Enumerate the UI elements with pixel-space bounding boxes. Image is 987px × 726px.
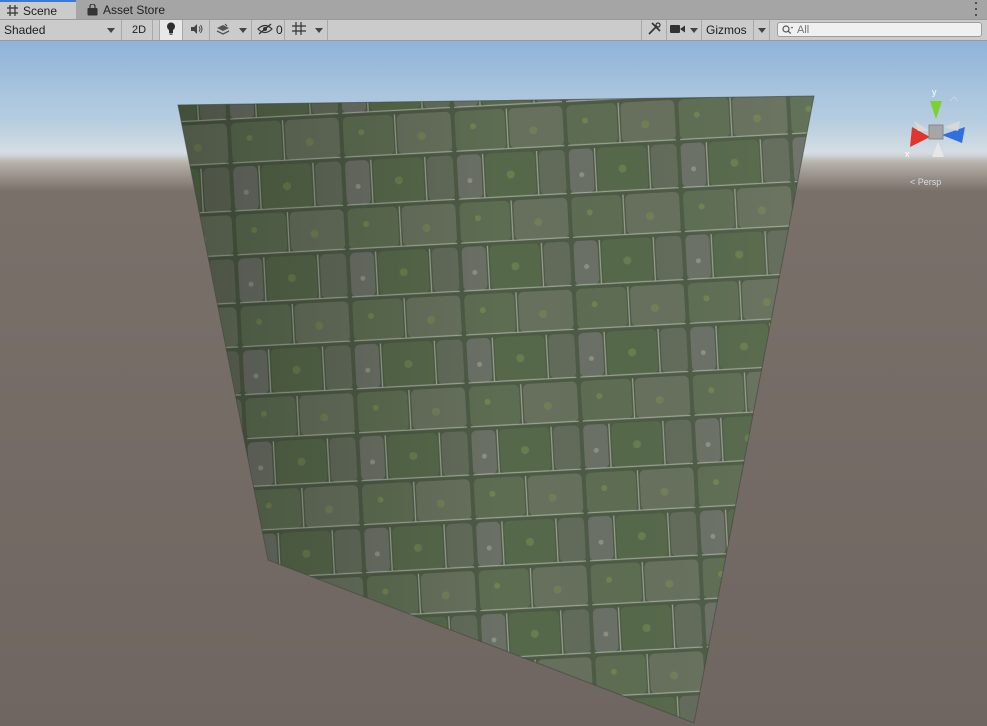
chevron-down-icon <box>757 27 766 33</box>
stone-wall-quad[interactable] <box>0 41 987 726</box>
shading-mode-dropdown[interactable]: Shaded <box>0 20 122 40</box>
hidden-count: 0 <box>276 23 283 37</box>
y-axis-cone[interactable] <box>930 101 942 119</box>
2d-mode-label: 2D <box>131 24 147 36</box>
grid-dropdown[interactable] <box>310 20 328 40</box>
gizmo-center-cube[interactable] <box>928 124 944 140</box>
axis-gizmo-icon[interactable] <box>900 87 980 187</box>
chevron-down-icon <box>239 27 247 33</box>
orientation-gizmo[interactable]: y x < Persp <box>900 87 980 187</box>
scene-audio-button[interactable] <box>184 20 210 40</box>
light-bulb-icon <box>166 22 176 38</box>
tab-scene[interactable]: Scene <box>0 0 76 19</box>
more-options-icon[interactable] <box>973 2 979 16</box>
camera-icon <box>669 23 685 37</box>
eye-slash-icon <box>257 23 273 38</box>
scene-toolbar: Shaded 2D 0 Gizmos All <box>0 20 987 41</box>
search-input[interactable] <box>793 23 977 36</box>
tab-scene-label: Scene <box>23 3 58 18</box>
gizmos-dropdown[interactable] <box>753 20 770 40</box>
grid-icon <box>6 5 18 17</box>
gizmos-button[interactable]: Gizmos <box>703 20 753 40</box>
shading-mode-value: Shaded <box>4 23 46 37</box>
scene-effects-button[interactable] <box>210 20 235 40</box>
grid-snap-icon <box>292 22 306 38</box>
scene-viewport[interactable]: y x < Persp <box>0 41 987 726</box>
camera-button[interactable] <box>667 20 687 40</box>
grid-toggle-button[interactable] <box>288 20 310 40</box>
search-field[interactable] <box>777 22 982 37</box>
gizmos-label: Gizmos <box>706 23 747 37</box>
hidden-objects-toggle[interactable]: 0 <box>253 20 285 40</box>
neg-y-axis-cone[interactable] <box>932 142 944 157</box>
shopping-bag-icon <box>86 3 98 16</box>
search-icon <box>782 23 794 37</box>
tools-icon <box>647 22 661 38</box>
chevron-down-icon <box>107 28 115 33</box>
gizmo-x-label: x <box>905 149 910 159</box>
speaker-icon <box>190 23 204 38</box>
tab-asset-store-label: Asset Store <box>103 2 166 17</box>
scene-lighting-button[interactable] <box>159 20 183 40</box>
neg-x-axis-cone[interactable] <box>944 121 960 131</box>
chevron-down-icon <box>690 27 698 33</box>
tab-asset-store[interactable]: Asset Store <box>80 0 175 19</box>
tab-bar: Scene Asset Store <box>0 0 987 20</box>
gizmo-y-label: y <box>932 87 937 97</box>
layers-effects-icon <box>216 23 230 38</box>
2d-mode-button[interactable]: 2D <box>126 20 153 40</box>
tools-button[interactable] <box>641 20 667 40</box>
camera-dropdown[interactable] <box>687 20 702 40</box>
effects-dropdown[interactable] <box>235 20 252 40</box>
projection-toggle[interactable]: < Persp <box>910 177 941 187</box>
chevron-down-icon <box>314 27 323 33</box>
